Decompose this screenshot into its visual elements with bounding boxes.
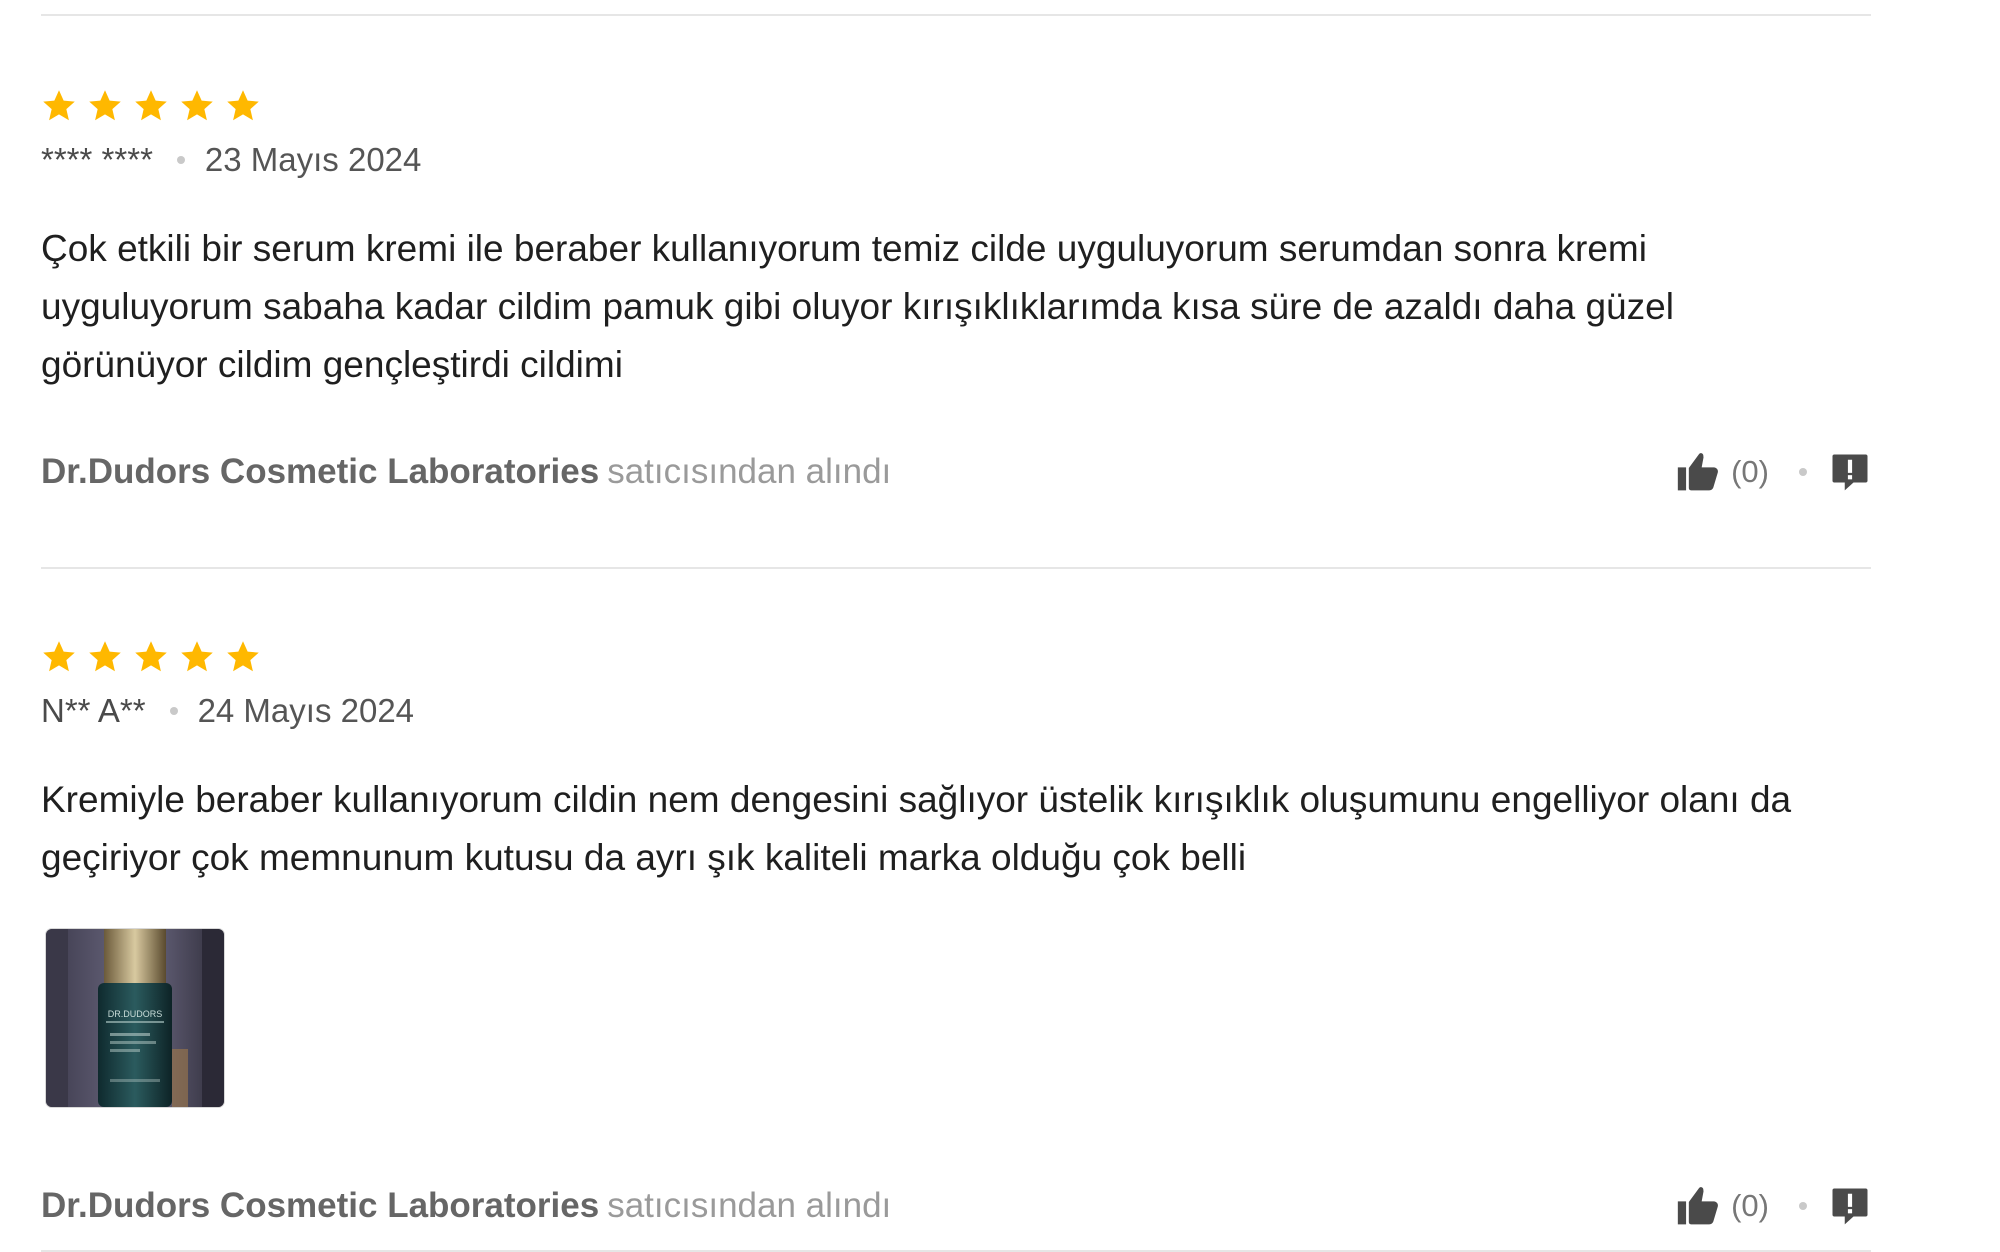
thumbs-up-icon: [1677, 453, 1719, 491]
review-item: N** A** 24 Mayıs 2024 Kremiyle beraber k…: [41, 569, 1871, 1252]
review-date: 23 Mayıs 2024: [204, 141, 422, 178]
review-comment-line: geçiriyor çok memnunum kutusu da ayrı şı…: [41, 837, 1247, 878]
separator-dot: [1799, 1202, 1807, 1210]
thumbs-up-icon: [1677, 1187, 1719, 1225]
reviews-list: **** **** 23 Mayıs 2024 Çok etkili bir s…: [41, 0, 1871, 1252]
photo-label: DR.DUDORS: [108, 1009, 163, 1019]
report-flag-icon[interactable]: [1829, 1185, 1871, 1227]
star-rating: [41, 86, 1871, 126]
review-author: **** ****: [41, 141, 153, 178]
review-photo-thumbnail[interactable]: DR.DUDORS: [46, 929, 224, 1107]
review-comment-line: Çok etkili bir serum kremi ile beraber k…: [41, 228, 1647, 269]
seller-name[interactable]: Dr.Dudors Cosmetic Laboratories: [41, 452, 599, 491]
review-date: 24 Mayıs 2024: [197, 692, 415, 729]
seller-suffix: satıcısından alındı: [607, 1186, 892, 1225]
star-rating: [41, 637, 1871, 677]
separator-dot: [176, 156, 185, 164]
seller-name[interactable]: Dr.Dudors Cosmetic Laboratories: [41, 1186, 599, 1225]
star-icon: [135, 90, 167, 121]
review-footer: Dr.Dudors Cosmetic Laboratories satıcısın…: [41, 1184, 1871, 1228]
star-icon: [227, 641, 259, 672]
star-icon: [43, 641, 75, 672]
separator-dot: [169, 707, 178, 715]
review-actions: (0): [1675, 1184, 1871, 1228]
star-icon: [89, 641, 121, 672]
review-meta: N** A** 24 Mayıs 2024: [41, 691, 1871, 731]
review-comment-line: görünüyor cildim gençleştirdi cildimi: [41, 344, 623, 385]
review-comment: Kremiyle beraber kullanıyorum cildin nem…: [41, 771, 1871, 887]
star-icon: [89, 90, 121, 121]
like-count: (0): [1731, 454, 1769, 489]
like-button[interactable]: (0): [1675, 450, 1769, 494]
review-comment: Çok etkili bir serum kremi ile beraber k…: [41, 220, 1871, 394]
seller-info: Dr.Dudors Cosmetic Laboratories satıcısın…: [41, 1184, 891, 1228]
review-item: **** **** 23 Mayıs 2024 Çok etkili bir s…: [41, 16, 1871, 505]
review-actions: (0): [1675, 450, 1871, 494]
star-icon: [43, 90, 75, 121]
report-flag-icon[interactable]: [1829, 451, 1871, 493]
seller-info: Dr.Dudors Cosmetic Laboratories satıcısın…: [41, 450, 891, 494]
like-count: (0): [1731, 1188, 1769, 1223]
review-footer: Dr.Dudors Cosmetic Laboratories satıcısın…: [41, 450, 1871, 494]
review-comment-line: uyguluyorum sabaha kadar cildim pamuk gi…: [41, 286, 1674, 327]
like-button[interactable]: (0): [1675, 1184, 1769, 1228]
review-meta: **** **** 23 Mayıs 2024: [41, 140, 1871, 180]
review-author: N** A**: [41, 692, 146, 729]
star-icon: [135, 641, 167, 672]
star-icon: [227, 90, 259, 121]
separator-dot: [1799, 468, 1807, 476]
star-icon: [181, 90, 213, 121]
star-icon: [181, 641, 213, 672]
seller-suffix: satıcısından alındı: [607, 452, 892, 491]
review-comment-line: Kremiyle beraber kullanıyorum cildin nem…: [41, 779, 1792, 820]
